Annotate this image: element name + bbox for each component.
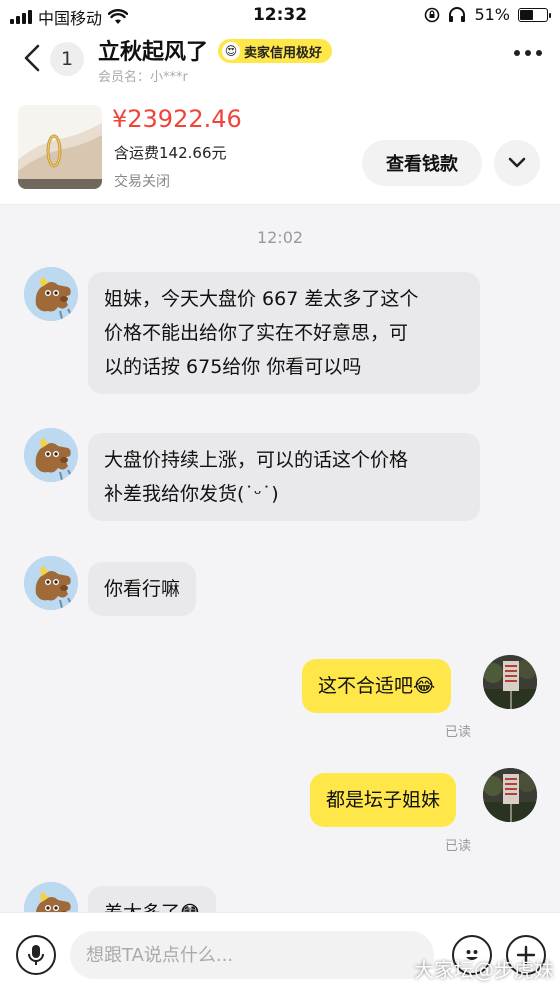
horse-avatar-image: [24, 267, 78, 321]
self-avatar[interactable]: [483, 655, 537, 709]
bracelet-image: [18, 105, 102, 189]
more-icon-dot: [525, 50, 531, 56]
battery-icon: [518, 7, 551, 22]
back-button[interactable]: [16, 38, 48, 78]
chevron-down-icon: [508, 157, 526, 168]
message-bubble-incoming[interactable]: 大盘价持续上涨，可以的话这个价格 补差我给你发货(˙ᵕ˙): [88, 433, 480, 521]
message-line: 大盘价持续上涨，可以的话这个价格: [104, 449, 409, 471]
product-card[interactable]: ¥23922.46 含运费142.66元 交易关闭 查看钱款: [0, 90, 560, 205]
shipping-info: 含运费142.66元: [114, 144, 227, 162]
seller-avatar[interactable]: [24, 428, 78, 482]
message-line: 补差我给你发货(˙ᵕ˙): [104, 483, 279, 505]
trade-status: 交易关闭: [114, 174, 170, 190]
status-bar: 中国移动 12:32 51%: [0, 0, 560, 30]
more-icon: [514, 50, 520, 56]
back-icon: [24, 44, 40, 72]
seller-name[interactable]: 立秋起风了: [98, 34, 208, 66]
message-line: 以的话按 675给你 你看可以吗: [104, 356, 362, 378]
message-input[interactable]: [70, 931, 434, 979]
credit-badge-label: 卖家信用极好: [244, 45, 323, 61]
message-bubble-incoming[interactable]: 你看行嘛: [88, 562, 197, 616]
self-avatar-image: [483, 655, 537, 709]
member-name: 会员名：小***r: [98, 70, 188, 85]
message-line: 姐妹，今天大盘价 667 差太多了这个: [104, 288, 419, 310]
message-bubble-incoming[interactable]: 姐妹，今天大盘价 667 差太多了这个 价格不能出给你了实在不好意思，可 以的话…: [88, 272, 480, 394]
horse-avatar-image: [24, 428, 78, 482]
chat-header: 1 立秋起风了 😍 卖家信用极好 会员名：小***r: [0, 30, 560, 90]
unread-count-badge[interactable]: 1: [50, 42, 84, 76]
self-avatar[interactable]: [483, 768, 537, 822]
read-receipt: 已读: [445, 725, 472, 740]
message-bubble-outgoing[interactable]: 这不合适吧😂: [302, 659, 452, 713]
self-avatar-image: [483, 768, 537, 822]
message-line: 价格不能出给你了实在不好意思，可: [104, 322, 409, 344]
product-thumbnail[interactable]: [18, 105, 102, 189]
lock-rotation-icon: [425, 7, 440, 22]
more-button[interactable]: [514, 50, 542, 56]
horse-avatar-image: [24, 556, 78, 610]
read-receipt: 已读: [445, 839, 472, 854]
voice-icon: [28, 945, 44, 965]
message-bubble-outgoing[interactable]: 都是坛子姐妹: [310, 773, 457, 827]
watermark: 大家坛@步虎妹: [414, 958, 554, 982]
tears-of-joy-emoji: 😂: [413, 675, 436, 697]
credit-badge[interactable]: 😍 卖家信用极好: [218, 39, 333, 63]
message-line: 你看行嘛: [104, 578, 181, 600]
headphones-icon: [449, 6, 466, 22]
message-text: 这不合适吧: [318, 675, 414, 697]
view-payment-button[interactable]: 查看钱款: [362, 140, 482, 186]
seller-avatar[interactable]: [24, 556, 78, 610]
battery-percent: 51%: [474, 5, 510, 24]
product-price: ¥23922.46: [112, 105, 242, 133]
heart-eyes-icon: 😍: [222, 42, 240, 60]
chat-timestamp: 12:02: [256, 228, 304, 247]
expand-button[interactable]: [494, 140, 540, 186]
voice-button[interactable]: [16, 935, 56, 975]
seller-avatar[interactable]: [24, 267, 78, 321]
message-text: 都是坛子姐妹: [326, 789, 441, 811]
more-icon-dot: [536, 50, 542, 56]
status-right: 51%: [424, 5, 551, 24]
